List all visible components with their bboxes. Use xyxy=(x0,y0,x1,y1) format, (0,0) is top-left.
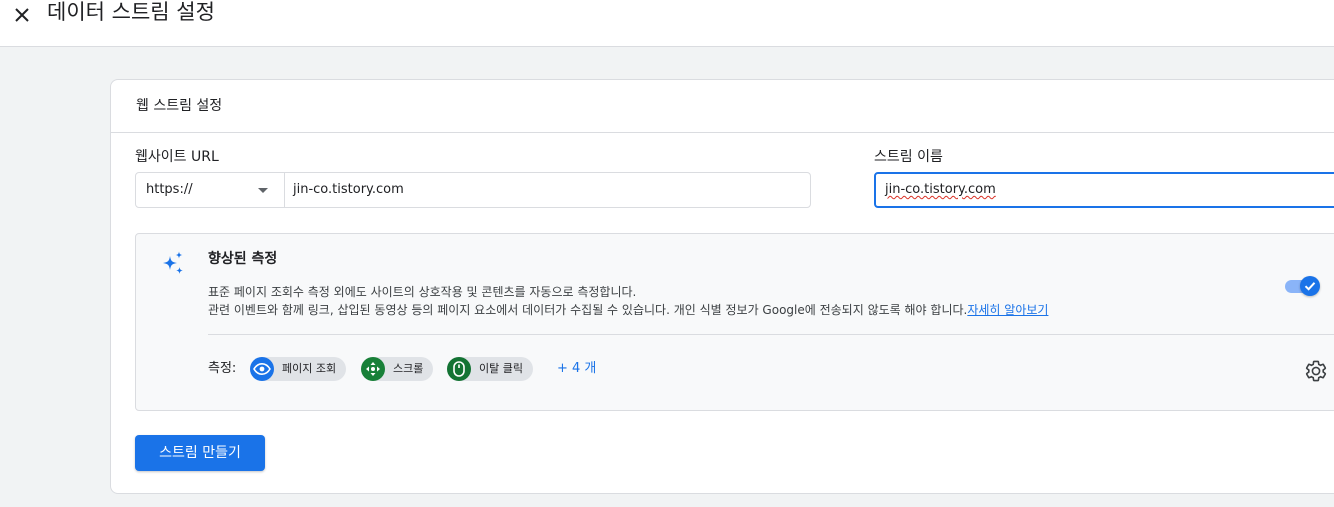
chip-label: 이탈 클릭 xyxy=(479,362,523,375)
stream-name-input[interactable]: jin-co.tistory.com xyxy=(874,172,1334,208)
close-button[interactable] xyxy=(10,3,34,27)
stream-name-value: jin-co.tistory.com xyxy=(885,182,996,197)
enhanced-description-1: 표준 페이지 조회수 측정 외에도 사이트의 상호작용 및 콘텐츠를 자동으로 … xyxy=(208,285,637,299)
enhanced-measurement-toggle[interactable] xyxy=(1284,276,1322,296)
website-url-label: 웹사이트 URL xyxy=(135,149,219,165)
chip-scroll[interactable]: 스크롤 xyxy=(361,357,434,381)
check-icon xyxy=(1304,282,1316,291)
web-stream-card: 웹 스트림 설정 웹사이트 URL https:// jin-co.tistor… xyxy=(110,79,1334,494)
sparkle-icon xyxy=(163,251,183,274)
mouse-icon xyxy=(447,357,471,381)
enhanced-measurement-panel: 향상된 측정 표준 페이지 조회수 측정 외에도 사이트의 상호작용 및 콘텐츠… xyxy=(135,233,1334,411)
panel-divider xyxy=(208,334,1334,335)
protocol-value: https:// xyxy=(146,182,193,197)
protocol-select[interactable]: https:// xyxy=(136,173,285,207)
website-url-input[interactable]: jin-co.tistory.com xyxy=(285,173,404,207)
card-title: 웹 스트림 설정 xyxy=(136,98,223,114)
enhanced-measurement-title: 향상된 측정 xyxy=(208,251,278,267)
create-stream-button[interactable]: 스트림 만들기 xyxy=(135,435,265,471)
close-icon xyxy=(15,8,29,22)
page-title: 데이터 스트림 설정 xyxy=(47,0,215,24)
chip-label: 페이지 조회 xyxy=(282,362,337,375)
eye-icon xyxy=(250,357,274,381)
more-measurements-link[interactable]: + 4 개 xyxy=(557,360,596,378)
chip-outbound-click[interactable]: 이탈 클릭 xyxy=(447,357,533,381)
chip-page-view[interactable]: 페이지 조회 xyxy=(250,357,347,381)
toggle-knob xyxy=(1300,276,1320,296)
enhanced-description-2: 관련 이벤트와 함께 링크, 삽입된 동영상 등의 페이지 요소에서 데이터가 … xyxy=(208,301,1048,319)
measure-label: 측정: xyxy=(208,361,237,376)
learn-more-link[interactable]: 자세히 알아보기 xyxy=(967,303,1048,317)
stream-name-label: 스트림 이름 xyxy=(874,149,943,165)
move-icon xyxy=(361,357,385,381)
chip-label: 스크롤 xyxy=(393,362,424,375)
gear-icon[interactable] xyxy=(1304,359,1328,383)
top-bar: 데이터 스트림 설정 xyxy=(0,0,1334,47)
card-header: 웹 스트림 설정 xyxy=(111,80,1334,133)
enhanced-description-2-text: 관련 이벤트와 함께 링크, 삽입된 동영상 등의 페이지 요소에서 데이터가 … xyxy=(208,303,968,317)
dropdown-arrow-icon xyxy=(258,188,268,193)
website-url-group: https:// jin-co.tistory.com xyxy=(135,172,811,208)
